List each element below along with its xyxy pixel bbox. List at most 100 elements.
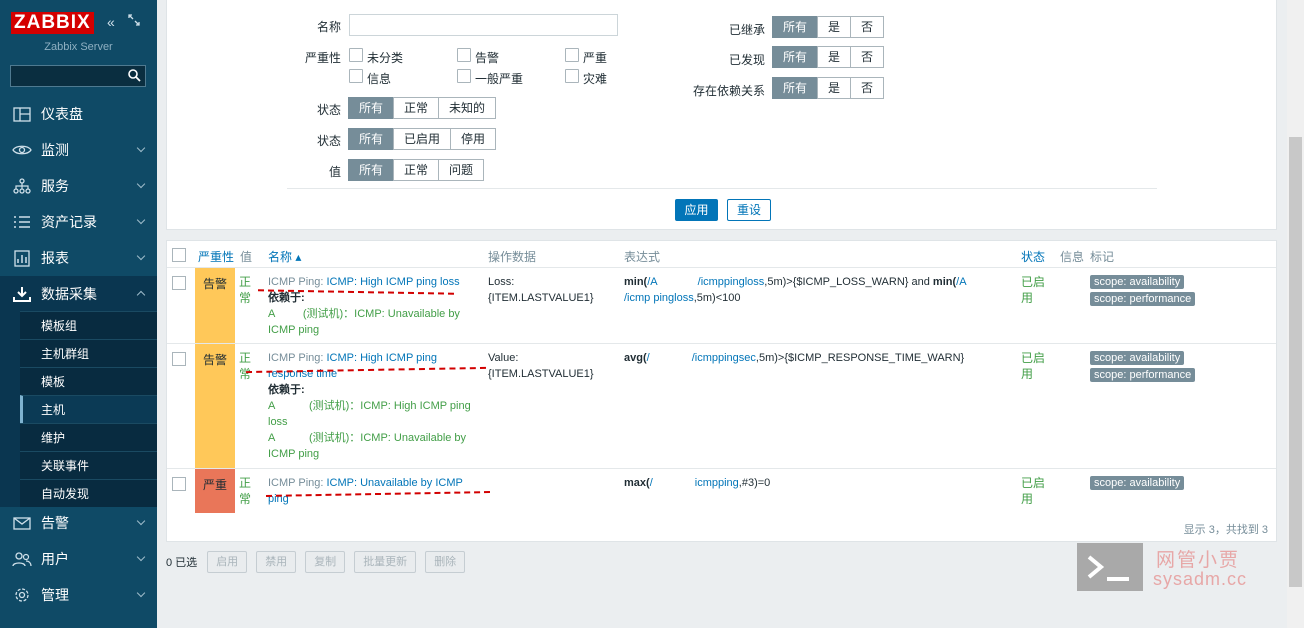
template-prefix[interactable]: ICMP Ping: [268, 352, 323, 364]
select-all-checkbox[interactable] [172, 248, 186, 262]
row-checkbox[interactable] [172, 352, 186, 366]
inherited-label: 已继承 [728, 23, 765, 37]
submenu-host-groups[interactable]: 主机群组 [20, 339, 157, 367]
template-prefix[interactable]: ICMP Ping: [268, 477, 323, 489]
value-ok-option[interactable]: 正常 [393, 159, 440, 181]
state-normal-option[interactable]: 正常 [393, 97, 440, 119]
zabbix-logo[interactable]: ZABBIX [11, 12, 94, 34]
inherited-yes-option[interactable]: 是 [817, 16, 852, 38]
expr-item-link[interactable]: /icmppingsec [692, 352, 756, 364]
dependency-link[interactable]: A (测试机)：ICMP: Unavailable by ICMP ping [268, 432, 466, 460]
gear-icon [11, 586, 33, 604]
value-all-option[interactable]: 所有 [348, 159, 395, 181]
expr-host-link[interactable]: / [647, 352, 650, 364]
depends-yes-option[interactable]: 是 [817, 77, 852, 99]
expr-function: min( [624, 276, 648, 288]
name-cell: ICMP Ping: ICMP: High ICMP ping loss 依赖于… [268, 274, 478, 338]
dependency-link[interactable]: A (测试机)：ICMP: High ICMP ping loss [268, 400, 471, 428]
watermark-cn: 网管小贾 [1156, 550, 1241, 571]
row-checkbox[interactable] [172, 477, 186, 491]
nav-users[interactable]: 用户 [0, 541, 157, 577]
tag-badge[interactable]: scope: availability [1090, 476, 1185, 490]
discovered-all-option[interactable]: 所有 [772, 46, 819, 68]
depends-all-option[interactable]: 所有 [772, 77, 819, 99]
search-input[interactable] [10, 65, 146, 87]
download-icon [11, 285, 33, 303]
discovered-yes-option[interactable]: 是 [817, 46, 852, 68]
tag-badge[interactable]: scope: performance [1090, 292, 1196, 306]
search-icon[interactable] [127, 68, 141, 82]
nav-data-collection[interactable]: 数据采集 [0, 276, 157, 312]
col-status[interactable]: 状态 [1021, 248, 1045, 265]
depends-on-label: 依赖于: [268, 292, 305, 304]
kiosk-mode-icon[interactable] [128, 14, 140, 29]
submenu-discovery[interactable]: 自动发现 [20, 479, 157, 507]
reset-button[interactable]: 重设 [727, 199, 771, 221]
severity-warning-checkbox[interactable] [457, 48, 471, 62]
main-content: 名称 严重性 未分类 告警 严重 信息 一般严重 灾难 状态 所有 正常 未知的… [166, 0, 1277, 628]
dependency-link[interactable]: A (测试机)：ICMP: Unavailable by ICMP ping [268, 308, 460, 336]
delete-button[interactable]: 删除 [425, 551, 466, 573]
nav-monitoring[interactable]: 监测 [0, 132, 157, 168]
enable-button[interactable]: 启用 [207, 551, 248, 573]
value-problem-option[interactable]: 问题 [438, 159, 485, 181]
col-name[interactable]: 名称 ▴ [268, 248, 301, 265]
severity-information-checkbox[interactable] [349, 69, 363, 83]
severity-cell: 告警 [195, 344, 235, 468]
report-icon [11, 249, 33, 267]
col-severity[interactable]: 严重性 [198, 248, 234, 265]
tag-badge[interactable]: scope: performance [1090, 368, 1196, 382]
collapse-sidebar-icon[interactable]: « [107, 14, 115, 30]
template-prefix[interactable]: ICMP Ping: [268, 276, 323, 288]
submenu-hosts[interactable]: 主机 [20, 395, 157, 423]
col-opdata: 操作数据 [488, 250, 537, 264]
severity-disaster-checkbox[interactable] [565, 69, 579, 83]
nav-alerts[interactable]: 告警 [0, 505, 157, 541]
severity-average-checkbox[interactable] [457, 69, 471, 83]
expr-item-link[interactable]: icmpping [695, 477, 739, 489]
submenu-event-correlation[interactable]: 关联事件 [20, 451, 157, 479]
expr-host-link[interactable]: / [650, 477, 653, 489]
state-unknown-option[interactable]: 未知的 [438, 97, 497, 119]
expr-host-link[interactable]: /A [956, 276, 966, 288]
name-filter-input[interactable] [349, 14, 618, 36]
tag-badge[interactable]: scope: availability [1090, 275, 1185, 289]
row-checkbox[interactable] [172, 276, 186, 290]
inherited-no-option[interactable]: 否 [850, 16, 885, 38]
scrollbar-thumb[interactable] [1289, 137, 1302, 587]
server-name: Zabbix Server [44, 41, 113, 53]
tag-badge[interactable]: scope: availability [1090, 351, 1185, 365]
nav-inventory[interactable]: 资产记录 [0, 204, 157, 240]
submenu-template-groups[interactable]: 模板组 [20, 311, 157, 339]
severity-option-label: 严重 [583, 51, 608, 65]
nav-administration[interactable]: 管理 [0, 577, 157, 613]
status-cell[interactable]: 已启用 [1021, 274, 1049, 306]
status-enabled-option[interactable]: 已启用 [393, 128, 452, 150]
expr-item-link[interactable]: /icmp pingloss [624, 292, 694, 304]
sidebar: ZABBIX « Zabbix Server 仪表盘 监测 服务 资产记录 报表… [0, 0, 157, 628]
discovered-no-option[interactable]: 否 [850, 46, 885, 68]
depends-no-option[interactable]: 否 [850, 77, 885, 99]
disable-button[interactable]: 禁用 [256, 551, 297, 573]
submenu-templates[interactable]: 模板 [20, 367, 157, 395]
severity-high-checkbox[interactable] [565, 48, 579, 62]
status-cell[interactable]: 已启用 [1021, 350, 1049, 382]
nav-services[interactable]: 服务 [0, 168, 157, 204]
mass-actions-bar: 0 已选 启用 禁用 复制 批量更新 删除 [166, 551, 474, 573]
state-all-option[interactable]: 所有 [348, 97, 395, 119]
copy-button[interactable]: 复制 [305, 551, 346, 573]
mass-update-button[interactable]: 批量更新 [354, 551, 417, 573]
nav-reports[interactable]: 报表 [0, 240, 157, 276]
inherited-all-option[interactable]: 所有 [772, 16, 819, 38]
expr-item-link[interactable]: /icmppingloss [698, 276, 765, 288]
status-all-option[interactable]: 所有 [348, 128, 395, 150]
table-row: 告警 正常 ICMP Ping: ICMP: High ICMP ping re… [167, 343, 1276, 468]
nav-dashboard[interactable]: 仪表盘 [0, 96, 157, 132]
expr-host-link[interactable]: /A [647, 276, 657, 288]
submenu-maintenance[interactable]: 维护 [20, 423, 157, 451]
severity-not-classified-checkbox[interactable] [349, 48, 363, 62]
status-disabled-option[interactable]: 停用 [450, 128, 497, 150]
status-cell[interactable]: 已启用 [1021, 475, 1049, 507]
trigger-link[interactable]: ICMP: High ICMP ping loss [327, 276, 460, 288]
apply-button[interactable]: 应用 [675, 199, 718, 221]
